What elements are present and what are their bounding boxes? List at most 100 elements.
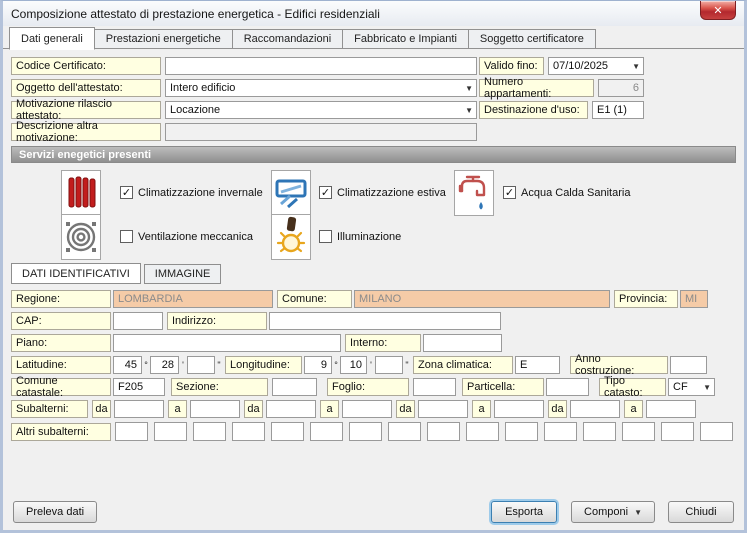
destinazione-uso-input[interactable]: E1 (1) [592,101,644,119]
service-checkbox-1[interactable]: ✓ [319,186,332,199]
componi-button[interactable]: Componi ▼ [571,501,655,523]
service-checkbox-3[interactable] [120,230,133,243]
chiudi-button[interactable]: Chiudi [668,501,734,523]
motivazione-rilascio-label: Motivazione rilascio attestato: [11,98,161,122]
subtab-immagine[interactable]: IMMAGINE [143,264,222,284]
footer-bar: Preleva dati Esporta Componi ▼ Chiudi [13,501,734,523]
subalterni-fields: da a da a da a da a [92,400,700,418]
tipo-catasto-dropdown[interactable]: CF ▼ [668,378,715,396]
fan-icon [61,214,101,260]
zona-climatica-input[interactable]: E [515,356,560,374]
tab-soggetto-certificatore[interactable]: Soggetto certificatore [467,29,596,49]
latitudine-gradi-input[interactable]: 45 [113,356,142,374]
motivazione-rilascio-dropdown[interactable]: Locazione ▼ [165,101,477,119]
sezione-input[interactable] [272,378,317,396]
da-label: da [396,400,415,418]
service-checkbox-0[interactable]: ✓ [120,186,133,199]
valido-fino-dropdown[interactable]: 07/10/2025 ▼ [548,57,644,75]
tab-prestazioni-energetiche[interactable]: Prestazioni energetiche [93,29,233,49]
degree-symbol: ° [334,360,338,370]
subalterno-da-input[interactable] [266,400,316,418]
preleva-dati-button[interactable]: Preleva dati [13,501,98,523]
comune-label: Comune: [277,290,352,308]
latitudine-label: Latitudine: [11,356,111,374]
interno-input[interactable] [423,334,502,352]
latitudine-primi-input[interactable]: 28 [150,356,179,374]
altro-subalterno-input[interactable] [544,422,577,441]
codice-certificato-input[interactable] [165,57,477,75]
foglio-input[interactable] [413,378,456,396]
comune-catastale-input[interactable]: F205 [113,378,165,396]
oggetto-attestato-label: Oggetto dell'attestato: [11,79,161,97]
altri-subalterni-label: Altri subalterni: [11,422,111,441]
oggetto-attestato-dropdown[interactable]: Intero edificio ▼ [165,79,477,97]
a-label: a [472,400,491,418]
service-label-acqua-calda-sanitaria: Acqua Calda Sanitaria [521,187,631,199]
altro-subalterno-input[interactable] [583,422,616,441]
cap-input[interactable] [113,312,163,330]
altro-subalterno-input[interactable] [505,422,538,441]
altro-subalterno-input[interactable] [271,422,304,441]
altro-subalterno-input[interactable] [232,422,265,441]
servizi-section-header: Servizi enegetici presenti [11,146,736,163]
altri-subalterni-row: Altri subalterni: [11,422,736,441]
second-symbol: " [217,360,221,370]
sub-tabstrip: DATI IDENTIFICATIVI IMMAGINE [11,263,736,284]
longitudine-gradi-input[interactable]: 9 [304,356,332,374]
altro-subalterno-input[interactable] [466,422,499,441]
anno-costruzione-input[interactable] [670,356,707,374]
particella-input[interactable] [546,378,589,396]
chevron-down-icon: ▼ [703,383,711,392]
latitudine-secondi-input[interactable] [187,356,215,374]
descrizione-motivazione-label: Descrizione altra motivazione: [11,120,161,144]
service-label-ventilazione-meccanica: Ventilazione meccanica [138,231,253,243]
esporta-button[interactable]: Esporta [491,501,558,523]
codice-certificato-label: Codice Certificato: [11,57,161,75]
comune-input: MILANO [354,290,610,308]
service-checkbox-2[interactable]: ✓ [503,186,516,199]
anno-costruzione-label: Anno costruzione: [570,353,668,377]
altro-subalterno-input[interactable] [388,422,421,441]
piano-input[interactable] [113,334,341,352]
altri-subalterni-fields [115,422,739,441]
provincia-input: MI [680,290,708,308]
air-conditioner-icon [271,170,311,216]
servizi-panel: ✓ Climatizzazione invernale ✓ Climatizza… [11,169,736,261]
da-label: da [92,400,111,418]
tab-raccomandazioni[interactable]: Raccomandazioni [231,29,344,49]
altro-subalterno-input[interactable] [193,422,226,441]
minute-symbol: ' [370,360,372,370]
subtab-dati-identificativi[interactable]: DATI IDENTIFICATIVI [11,263,141,284]
altro-subalterno-input[interactable] [700,422,733,441]
close-button[interactable]: ✕ [700,1,736,20]
altro-subalterno-input[interactable] [310,422,343,441]
main-tabstrip: Dati generali Prestazioni energetiche Ra… [3,26,744,50]
a-label: a [320,400,339,418]
longitudine-primi-input[interactable]: 10 [340,356,367,374]
subalterno-a-input[interactable] [646,400,696,418]
subalterno-a-input[interactable] [494,400,544,418]
indirizzo-label: Indirizzo: [167,312,267,330]
altro-subalterno-input[interactable] [115,422,148,441]
subalterno-a-input[interactable] [342,400,392,418]
subalterno-a-input[interactable] [190,400,240,418]
indirizzo-input[interactable] [269,312,501,330]
service-checkbox-4[interactable] [319,230,332,243]
window-title: Composizione attestato di prestazione en… [11,6,380,21]
regione-label: Regione: [11,290,111,308]
chevron-down-icon: ▼ [634,507,642,517]
altro-subalterno-input[interactable] [427,422,460,441]
altro-subalterno-input[interactable] [661,422,694,441]
subalterno-da-input[interactable] [418,400,468,418]
altro-subalterno-input[interactable] [622,422,655,441]
particella-label: Particella: [462,378,544,396]
provincia-label: Provincia: [614,290,678,308]
tab-fabbricato-e-impianti[interactable]: Fabbricato e Impianti [342,29,469,49]
altro-subalterno-input[interactable] [349,422,382,441]
tab-dati-generali[interactable]: Dati generali [9,27,95,50]
subalterno-da-input[interactable] [570,400,620,418]
subalterno-da-input[interactable] [114,400,164,418]
faucet-icon [454,170,494,216]
altro-subalterno-input[interactable] [154,422,187,441]
longitudine-secondi-input[interactable] [375,356,403,374]
